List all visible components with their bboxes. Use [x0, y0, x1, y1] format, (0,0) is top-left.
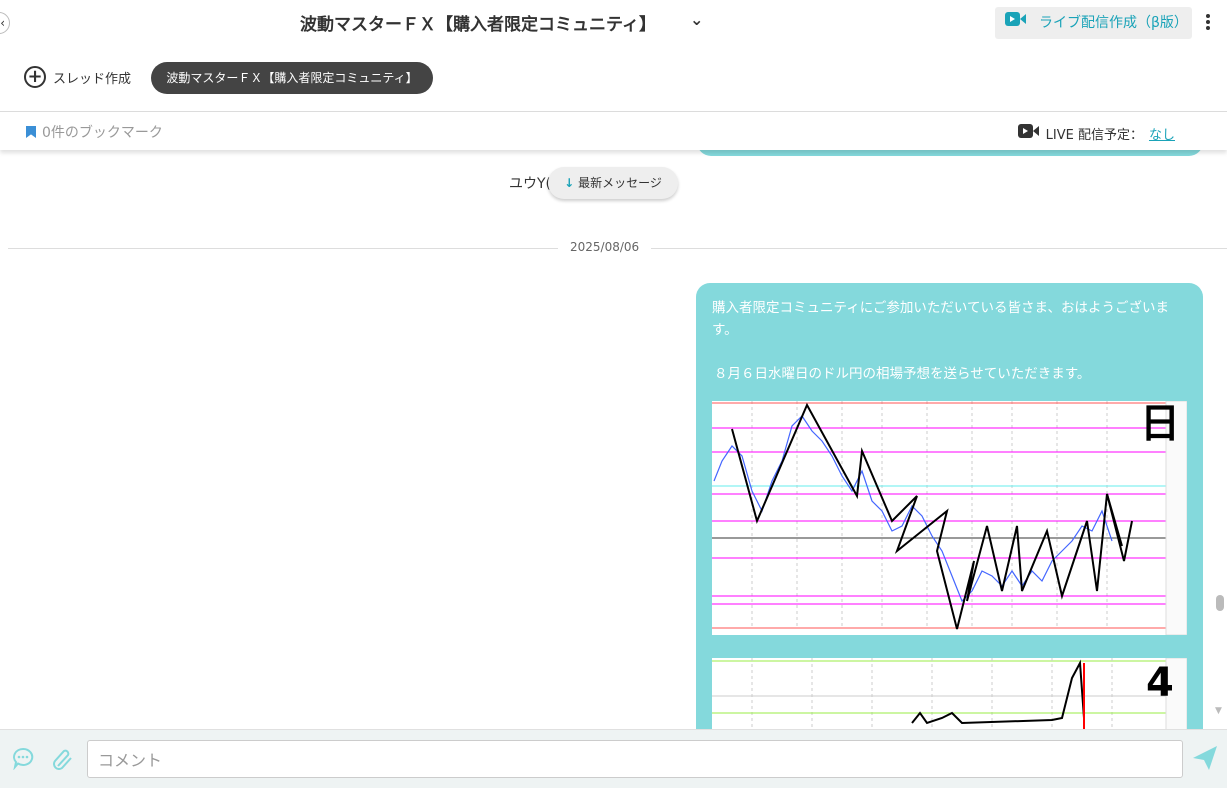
message-text: 購入者限定コミュニティにご参加いただいている皆さま、おはようございます。 — [712, 300, 1169, 338]
stamp-icon[interactable] — [11, 746, 35, 774]
comment-input[interactable]: コメント — [87, 740, 1183, 778]
video-camera-icon — [1005, 7, 1027, 39]
latest-message-label: 最新メッセージ — [578, 176, 662, 190]
paperclip-icon[interactable] — [52, 746, 74, 774]
page-title: 波動マスターＦＸ【購入者限定コミュニティ】 — [300, 15, 656, 35]
bookmark-icon — [26, 126, 36, 138]
arrow-down-icon: ↓ — [564, 176, 575, 190]
header: ‹ 波動マスターＦＸ【購入者限定コミュニティ】 ⌄ ライブ配信作成（β版） — [0, 0, 1227, 44]
timeframe-label: 4 — [1146, 660, 1174, 706]
sub-bar: 0件のブックマーク LIVE 配信予定： なし — [0, 112, 1227, 150]
plus-circle-icon: + — [24, 66, 46, 88]
system-message-prefix: ユウY( — [509, 176, 552, 192]
back-button[interactable]: ‹ — [0, 12, 10, 34]
live-schedule-link[interactable]: なし — [1149, 124, 1175, 143]
timeframe-label: 日 — [1140, 401, 1180, 447]
message-text: ８月６日水曜日のドル円の相場予想を送らせていただきます。 — [714, 366, 1091, 382]
thread-chip-active[interactable]: 波動マスターＦＸ【購入者限定コミュニティ】 — [151, 62, 433, 94]
chart-image-daily[interactable]: 日 — [712, 400, 1188, 636]
scrollbar-thumb[interactable] — [1216, 595, 1224, 611]
scroll-down-icon[interactable]: ▼ — [1215, 706, 1222, 716]
live-schedule: LIVE 配信予定： なし — [1017, 123, 1175, 143]
latest-message-button[interactable]: ↓ 最新メッセージ — [548, 167, 678, 199]
chevron-down-icon[interactable]: ⌄ — [690, 10, 703, 29]
new-thread-button[interactable]: + スレッド作成 — [24, 66, 131, 88]
create-live-button[interactable]: ライブ配信作成（β版） — [995, 7, 1192, 39]
live-schedule-label: LIVE 配信予定： — [1045, 127, 1143, 143]
more-options-icon[interactable] — [1204, 12, 1212, 32]
send-icon[interactable] — [1191, 744, 1219, 776]
date-label: 2025/08/06 — [558, 240, 652, 254]
new-thread-label: スレッド作成 — [53, 71, 132, 87]
create-live-label: ライブ配信作成（β版） — [1039, 15, 1188, 31]
bookmarks-link[interactable]: 0件のブックマーク — [26, 122, 163, 142]
composer: コメント — [0, 729, 1227, 788]
video-camera-icon — [1017, 123, 1040, 143]
bookmarks-label: 0件のブックマーク — [42, 125, 163, 141]
